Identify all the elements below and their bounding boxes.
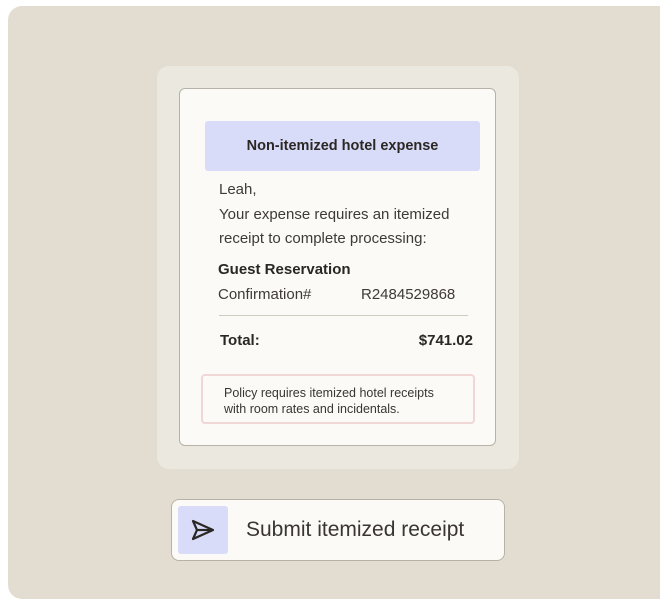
greeting: Leah, (219, 181, 257, 198)
total-value: $741.02 (418, 332, 473, 349)
submit-itemized-receipt-button[interactable]: Submit itemized receipt (171, 499, 505, 561)
message-line-1: Your expense requires an itemized (219, 206, 450, 223)
banner-title: Non-itemized hotel expense (205, 121, 480, 171)
section-title: Guest Reservation (218, 261, 351, 278)
submit-label: Submit itemized receipt (246, 518, 465, 541)
send-icon (178, 506, 228, 554)
confirmation-value: R2484529868 (361, 286, 456, 303)
divider (219, 315, 468, 316)
confirmation-label: Confirmation# (218, 286, 312, 303)
policy-line-2: with room rates and incidentals. (224, 402, 400, 416)
message-line-2: receipt to complete processing: (219, 230, 427, 247)
policy-line-1: Policy requires itemized hotel receipts (224, 386, 434, 400)
policy-notice: Policy requires itemized hotel receipts … (201, 374, 475, 424)
total-label: Total: (220, 332, 260, 349)
